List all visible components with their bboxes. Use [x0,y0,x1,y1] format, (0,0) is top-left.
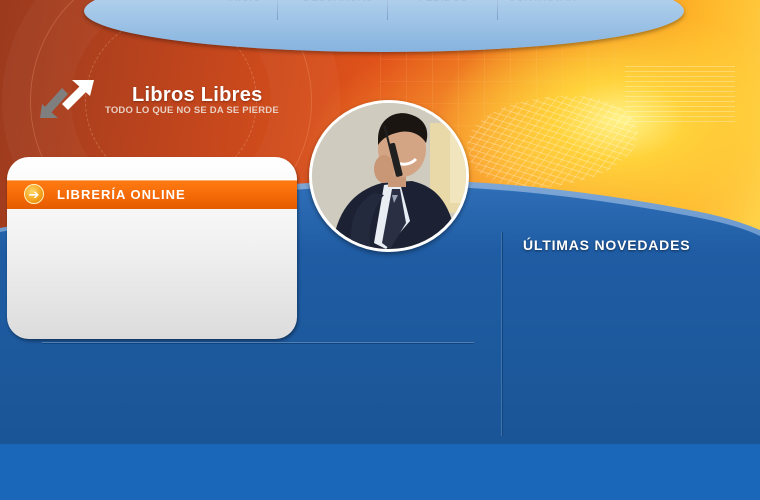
panel-title[interactable]: LIBRERÍA ONLINE [57,187,186,202]
horizontal-divider [42,342,474,343]
libreria-online-panel: ➔ LIBRERÍA ONLINE [7,157,297,339]
vertical-divider [501,232,502,436]
site-title[interactable]: Libros Libres [132,84,263,107]
arrow-right-circle-icon: ➔ [24,184,44,204]
nav-separator [497,0,498,20]
arrows-exchange-icon[interactable] [38,74,98,122]
nav-separator [277,0,278,20]
businessman-illustration [312,103,466,249]
page: INICIO DESCARGAS PEDIDOS CONTACTAR Libro… [0,0,760,500]
latest-news-heading: ÚLTIMAS NOVEDADES [523,237,691,253]
footer-band [0,444,760,500]
nav-item-inicio[interactable]: INICIO [204,0,284,22]
nav-item-contactar[interactable]: CONTACTAR [500,0,584,22]
nav-item-descargas[interactable]: DESCARGAS [288,0,388,22]
businessman-photo [309,100,469,252]
nav-item-pedidos[interactable]: PEDIDOS [398,0,488,22]
site-tagline: TODO LO QUE NO SE DA SE PIERDE [105,105,279,116]
decorative-lines [625,62,735,122]
nav-separator [387,0,388,20]
